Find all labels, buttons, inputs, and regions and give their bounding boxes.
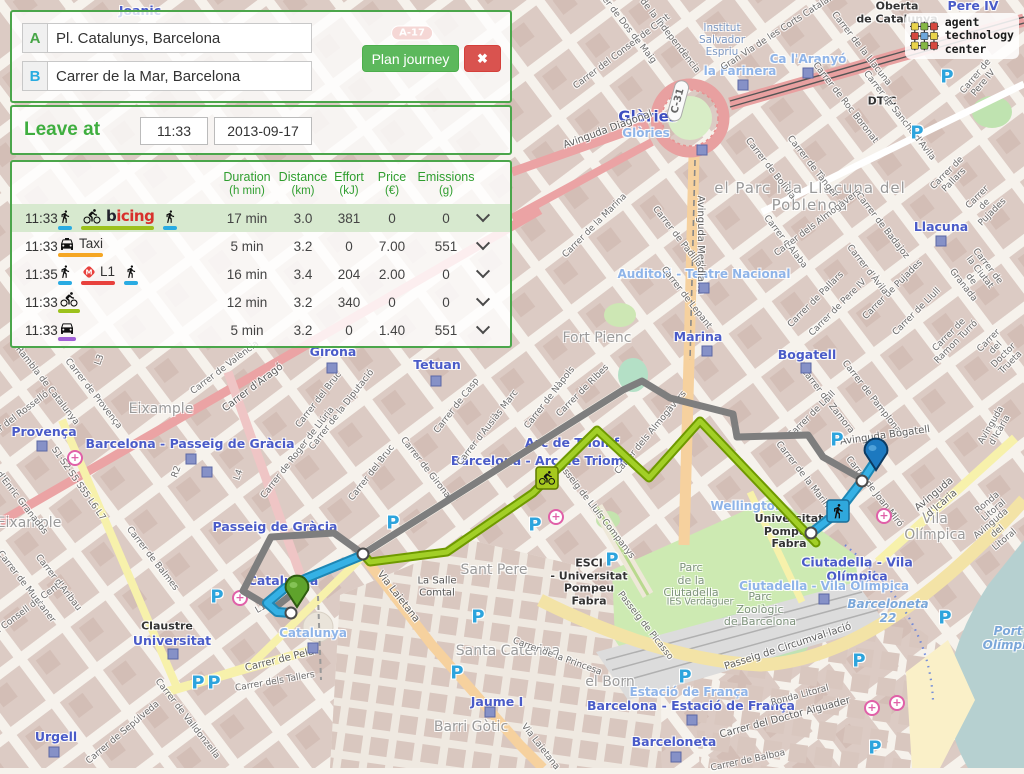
duration-value: 16 min <box>216 267 278 282</box>
departure-time: 11:33 <box>12 239 56 254</box>
column-header: Emissions(g) <box>414 170 478 199</box>
mode-label: Taxi <box>79 236 103 252</box>
duration-value: 5 min <box>216 323 278 338</box>
bicing-logo: bicing <box>106 207 154 225</box>
plan-journey-button[interactable]: Plan journey <box>362 45 459 72</box>
emissions-value: 0 <box>414 267 478 282</box>
logo-grid-icon <box>910 15 939 57</box>
mode-legs: L1 <box>56 263 216 285</box>
itineraries-panel: Duration(h min)Distance(km)Effort(kJ)Pri… <box>10 160 512 348</box>
mode-legs <box>56 320 216 341</box>
departure-time: 11:33 <box>12 323 56 338</box>
price-value: 1.40 <box>370 323 414 338</box>
price-value: 2.00 <box>370 267 414 282</box>
effort-value: 0 <box>328 239 370 254</box>
effort-value: 0 <box>328 323 370 338</box>
journey-form-panel: A B Plan journey ✖ <box>10 10 512 103</box>
itinerary-row[interactable]: 11:33bicing17 min3.038100 <box>12 204 510 232</box>
mode-legs: Taxi <box>56 236 216 257</box>
logo-text: agent technology center <box>945 16 1014 57</box>
car-icon <box>58 320 76 336</box>
emissions-value: 0 <box>414 211 478 226</box>
distance-value: 3.2 <box>278 323 328 338</box>
chevron-down-icon[interactable] <box>476 320 490 334</box>
chevron-down-icon[interactable] <box>476 236 490 250</box>
leave-at-label: Leave at <box>24 119 100 141</box>
column-header: Price(€) <box>370 170 414 199</box>
duration-value: 17 min <box>216 211 278 226</box>
taxi-icon <box>58 236 76 252</box>
date-input[interactable] <box>214 117 312 145</box>
close-icon[interactable]: ✖ <box>464 45 501 72</box>
distance-value: 3.2 <box>278 295 328 310</box>
duration-value: 5 min <box>216 239 278 254</box>
metro-icon <box>81 264 97 280</box>
time-input[interactable] <box>140 117 208 145</box>
origin-label: A <box>22 23 47 53</box>
walk-icon <box>163 208 177 225</box>
itinerary-row[interactable]: 11:35 L1 16 min3.42042.000 <box>12 260 510 288</box>
emissions-value: 551 <box>414 239 478 254</box>
mode-label: L1 <box>100 264 115 280</box>
walk-icon <box>58 208 72 225</box>
emissions-value: 551 <box>414 323 478 338</box>
destination-input[interactable] <box>47 61 312 91</box>
destination-label: B <box>22 61 47 91</box>
emissions-value: 0 <box>414 295 478 310</box>
departure-time: 11:33 <box>12 211 56 226</box>
leave-at-panel: Leave at <box>10 105 512 155</box>
itinerary-row[interactable]: 11:3312 min3.234000 <box>12 288 510 316</box>
origin-input[interactable] <box>47 23 312 53</box>
mode-legs: bicing <box>56 207 216 230</box>
duration-value: 12 min <box>216 295 278 310</box>
itinerary-row[interactable]: 11:33 Taxi 5 min3.207.00551 <box>12 232 510 260</box>
price-value: 0 <box>370 211 414 226</box>
mode-legs <box>56 291 216 313</box>
effort-value: 204 <box>328 267 370 282</box>
price-value: 0 <box>370 295 414 310</box>
effort-value: 340 <box>328 295 370 310</box>
column-header: Effort(kJ) <box>328 170 370 199</box>
distance-value: 3.2 <box>278 239 328 254</box>
bike-icon <box>58 291 80 308</box>
column-header: Duration(h min) <box>216 170 278 199</box>
departure-time: 11:33 <box>12 295 56 310</box>
chevron-down-icon[interactable] <box>476 208 490 222</box>
distance-value: 3.4 <box>278 267 328 282</box>
itinerary-row[interactable]: 11:33 5 min3.201.40551 <box>12 316 510 344</box>
effort-value: 381 <box>328 211 370 226</box>
bike-icon <box>81 208 103 225</box>
departure-time: 11:35 <box>12 267 56 282</box>
results-table-body: 11:33bicing17 min3.03810011:33Taxi5 min3… <box>12 204 510 344</box>
walk-icon <box>58 263 72 280</box>
agent-technology-center-logo: agent technology center <box>905 13 1019 59</box>
price-value: 7.00 <box>370 239 414 254</box>
chevron-down-icon[interactable] <box>476 292 490 306</box>
results-header-row: Duration(h min)Distance(km)Effort(kJ)Pri… <box>12 164 510 204</box>
walk-icon <box>124 263 138 280</box>
chevron-down-icon[interactable] <box>476 264 490 278</box>
distance-value: 3.0 <box>278 211 328 226</box>
column-header: Distance(km) <box>278 170 328 199</box>
